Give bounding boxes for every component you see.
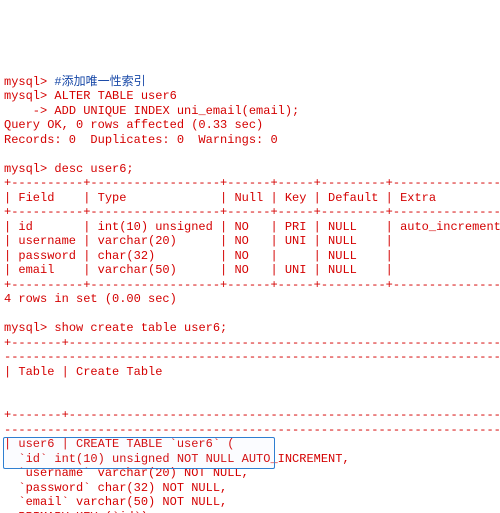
sql-alter-line2: ADD UNIQUE INDEX uni_email(email);	[54, 104, 299, 118]
create-line: PRIMARY KEY (`id`),	[4, 510, 155, 513]
table-row: | id | int(10) unsigned | NO | PRI | NUL…	[4, 220, 500, 234]
table-border: +-------+-------------------------------…	[4, 336, 500, 350]
table-header: | Field | Type | Null | Key | Default | …	[4, 191, 500, 205]
prompt: mysql>	[4, 321, 54, 335]
table-row: | username | varchar(20) | NO | UNI | NU…	[4, 234, 500, 248]
sql-desc: desc user6;	[54, 162, 133, 176]
dash-line: ----------------------------------------…	[4, 423, 500, 437]
sql-alter-line1: ALTER TABLE user6	[54, 89, 176, 103]
dash-line: ----------------------------------------…	[4, 350, 500, 364]
terminal-output: mysql> #添加唯一性索引 mysql> ALTER TABLE user6…	[0, 58, 500, 513]
table-row: | email | varchar(50) | NO | UNI | NULL …	[4, 263, 500, 277]
create-line: `email` varchar(50) NOT NULL,	[4, 495, 227, 509]
create-line: | user6 | CREATE TABLE `user6` (	[4, 437, 234, 451]
prompt: mysql>	[4, 75, 54, 89]
create-line: `password` char(32) NOT NULL,	[4, 481, 227, 495]
result-line: 4 rows in set (0.00 sec)	[4, 292, 177, 306]
create-line: `username` varchar(20) NOT NULL,	[4, 466, 249, 480]
table-border: +----------+------------------+------+--…	[4, 176, 500, 190]
table-row: | password | char(32) | NO | | NULL | |	[4, 249, 500, 263]
sql-show-create: show create table user6;	[54, 321, 227, 335]
prompt: mysql>	[4, 162, 54, 176]
comment-text: #添加唯一性索引	[54, 75, 145, 89]
table-border: +-------+-------------------------------…	[4, 408, 500, 422]
result-line: Query OK, 0 rows affected (0.33 sec)	[4, 118, 263, 132]
create-line: `id` int(10) unsigned NOT NULL AUTO_INCR…	[4, 452, 350, 466]
prompt: mysql>	[4, 89, 54, 103]
table-border: +----------+------------------+------+--…	[4, 278, 500, 292]
table-header: | Table | Create Table	[4, 365, 162, 379]
result-line: Records: 0 Duplicates: 0 Warnings: 0	[4, 133, 278, 147]
prompt-cont: ->	[4, 104, 54, 118]
table-border: +----------+------------------+------+--…	[4, 205, 500, 219]
